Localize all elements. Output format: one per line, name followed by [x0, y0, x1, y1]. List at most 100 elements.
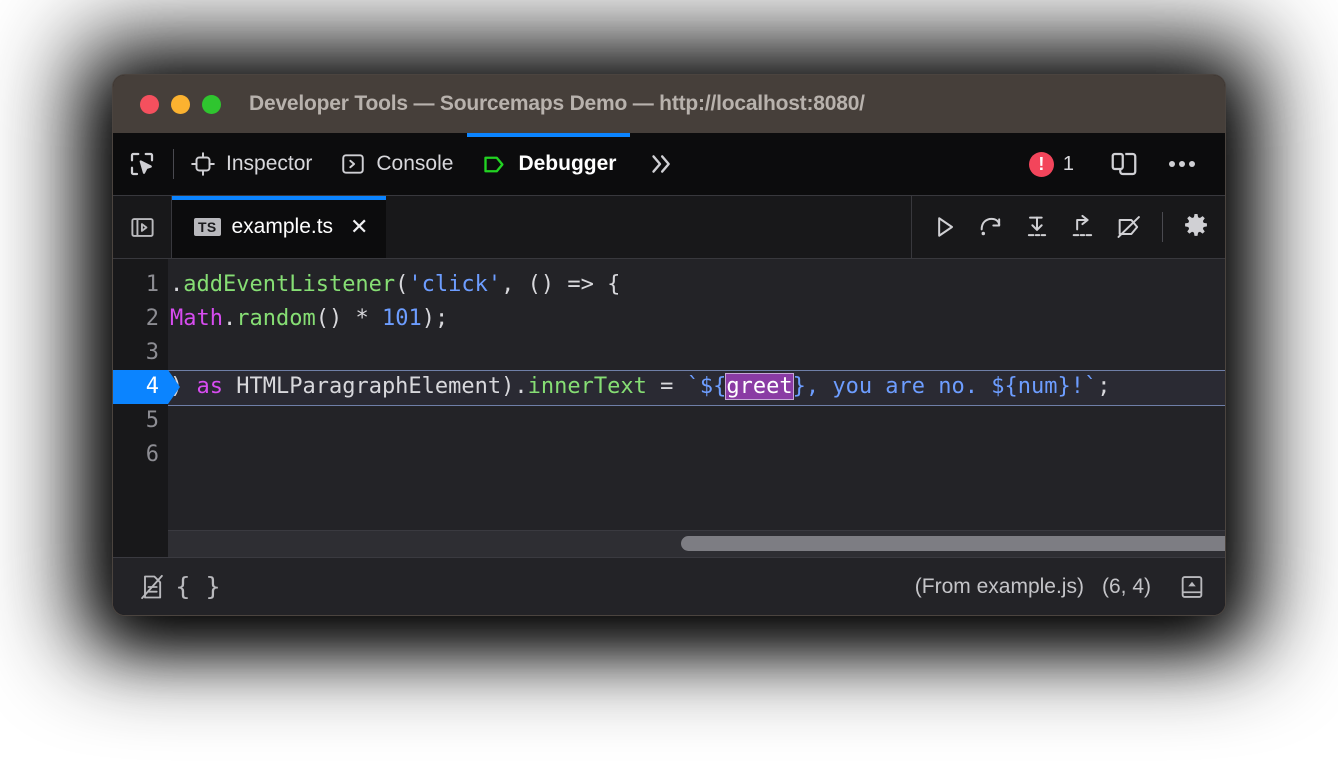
line-number-current[interactable]: 4 [113, 370, 168, 404]
code-line-4[interactable]: ) as HTMLParagraphElement).innerText = `… [168, 370, 1225, 406]
horizontal-scrollbar[interactable] [168, 530, 1225, 557]
tab-debugger[interactable]: Debugger [467, 133, 630, 195]
step-over-button[interactable] [968, 204, 1014, 250]
toggle-split-console-button[interactable] [1169, 565, 1215, 609]
more-options-button[interactable] [1153, 157, 1211, 171]
code-line-2[interactable]: Math.random() * 101); [168, 302, 1225, 336]
source-not-prettyprinted-icon [138, 573, 166, 601]
line-number[interactable]: 6 [113, 438, 168, 472]
code-token: `${ [687, 374, 727, 399]
step-in-icon [1023, 213, 1051, 241]
line-number[interactable]: 1 [113, 268, 168, 302]
cursor-position-label: (6, 4) [1102, 575, 1151, 599]
file-tab-strip: TS example.ts ✕ [172, 196, 911, 258]
editor-header: TS example.ts ✕ [113, 196, 1225, 259]
window-title: Developer Tools — Sourcemaps Demo — http… [249, 92, 865, 116]
traffic-light-group [140, 95, 221, 114]
code-token: 101 [382, 306, 422, 331]
file-tab-example-ts[interactable]: TS example.ts ✕ [172, 196, 386, 258]
source-editor[interactable]: 1 2 3 4 5 6 .addEventListener('click', (… [113, 259, 1225, 557]
toolbar-overflow-button[interactable] [630, 133, 690, 195]
error-count-button[interactable]: ! 1 [1021, 152, 1090, 177]
minimize-window-button[interactable] [171, 95, 190, 114]
editor-status-bar: { } (From example.js) (6, 4) [113, 557, 1225, 615]
source-not-prettyprinted-button[interactable] [129, 565, 175, 609]
code-token: ( [395, 272, 408, 297]
code-token: HTMLParagraphElement). [223, 374, 528, 399]
line-number-gutter: 1 2 3 4 5 6 [113, 259, 168, 557]
close-icon[interactable]: ✕ [350, 216, 368, 238]
selected-identifier[interactable]: greet [726, 374, 792, 399]
code-token: Math [170, 306, 223, 331]
code-token: addEventListener [183, 272, 395, 297]
code-token: ); [422, 306, 449, 331]
code-content[interactable]: .addEventListener('click', () => { Math.… [168, 259, 1225, 557]
code-token: 'click' [408, 272, 501, 297]
source-origin-label: (From example.js) [915, 575, 1084, 599]
line-number[interactable]: 5 [113, 404, 168, 438]
code-token: innerText [528, 374, 647, 399]
prettyprint-braces-icon: { } [175, 572, 220, 601]
step-out-button[interactable] [1060, 204, 1106, 250]
window-titlebar: Developer Tools — Sourcemaps Demo — http… [113, 75, 1225, 133]
debugger-icon [481, 151, 508, 178]
debugger-controls [911, 196, 1225, 258]
horizontal-scrollbar-thumb[interactable] [681, 536, 1225, 551]
code-line-1[interactable]: .addEventListener('click', () => { [168, 268, 1225, 302]
screenshot-root: Developer Tools — Sourcemaps Demo — http… [0, 0, 1338, 764]
file-tab-label: example.ts [232, 215, 334, 239]
gear-icon [1181, 212, 1211, 242]
chevron-double-right-icon [644, 151, 676, 177]
tab-inspector[interactable]: Inspector [176, 133, 326, 195]
code-token: = [647, 374, 687, 399]
code-token: . [223, 306, 236, 331]
code-token: () * [316, 306, 382, 331]
toggle-sources-pane-icon [129, 214, 156, 241]
resume-button[interactable] [922, 204, 968, 250]
toggle-split-console-icon [1178, 573, 1206, 601]
code-token: as [197, 374, 224, 399]
step-out-icon [1069, 213, 1097, 241]
devtools-window: Developer Tools — Sourcemaps Demo — http… [113, 75, 1225, 615]
error-badge-icon: ! [1029, 152, 1054, 177]
toolbar-left-group: Inspector Console [113, 133, 690, 195]
toolbar-right-group: ! 1 [1021, 133, 1225, 195]
prettyprint-button[interactable]: { } [175, 565, 221, 609]
code-line-6[interactable] [168, 440, 1225, 474]
code-line-3[interactable] [168, 336, 1225, 370]
debugger-controls-divider [1162, 212, 1163, 242]
typescript-file-icon: TS [194, 218, 221, 237]
code-token: , () => { [501, 272, 620, 297]
tab-console[interactable]: Console [326, 133, 467, 195]
more-options-icon [1167, 157, 1197, 171]
toolbar-divider [173, 149, 174, 179]
toolbar-spacer [690, 133, 1020, 195]
code-token: . [170, 272, 183, 297]
step-in-button[interactable] [1014, 204, 1060, 250]
line-number[interactable]: 3 [113, 336, 168, 370]
deactivate-breakpoints-button[interactable] [1106, 204, 1152, 250]
line-number[interactable]: 2 [113, 302, 168, 336]
code-token: ; [1097, 374, 1110, 399]
code-token: }, you are no. ${num}!` [793, 374, 1098, 399]
deactivate-breakpoints-icon [1115, 213, 1143, 241]
zoom-window-button[interactable] [202, 95, 221, 114]
error-count-label: 1 [1063, 153, 1074, 176]
responsive-design-mode-button[interactable] [1095, 149, 1153, 179]
tab-console-label: Console [376, 152, 453, 176]
code-line-5[interactable] [168, 406, 1225, 440]
console-icon [340, 151, 366, 177]
code-token: random [236, 306, 315, 331]
element-picker-button[interactable] [113, 133, 171, 195]
tab-debugger-label: Debugger [518, 152, 616, 176]
resume-icon [931, 213, 959, 241]
element-picker-icon [127, 149, 157, 179]
step-over-icon [977, 213, 1005, 241]
tab-inspector-label: Inspector [226, 152, 312, 176]
debugger-settings-button[interactable] [1173, 204, 1219, 250]
inspector-icon [190, 151, 216, 177]
devtools-toolbar: Inspector Console [113, 133, 1225, 196]
toggle-sources-pane-button[interactable] [113, 196, 172, 258]
close-window-button[interactable] [140, 95, 159, 114]
responsive-design-mode-icon [1109, 149, 1139, 179]
